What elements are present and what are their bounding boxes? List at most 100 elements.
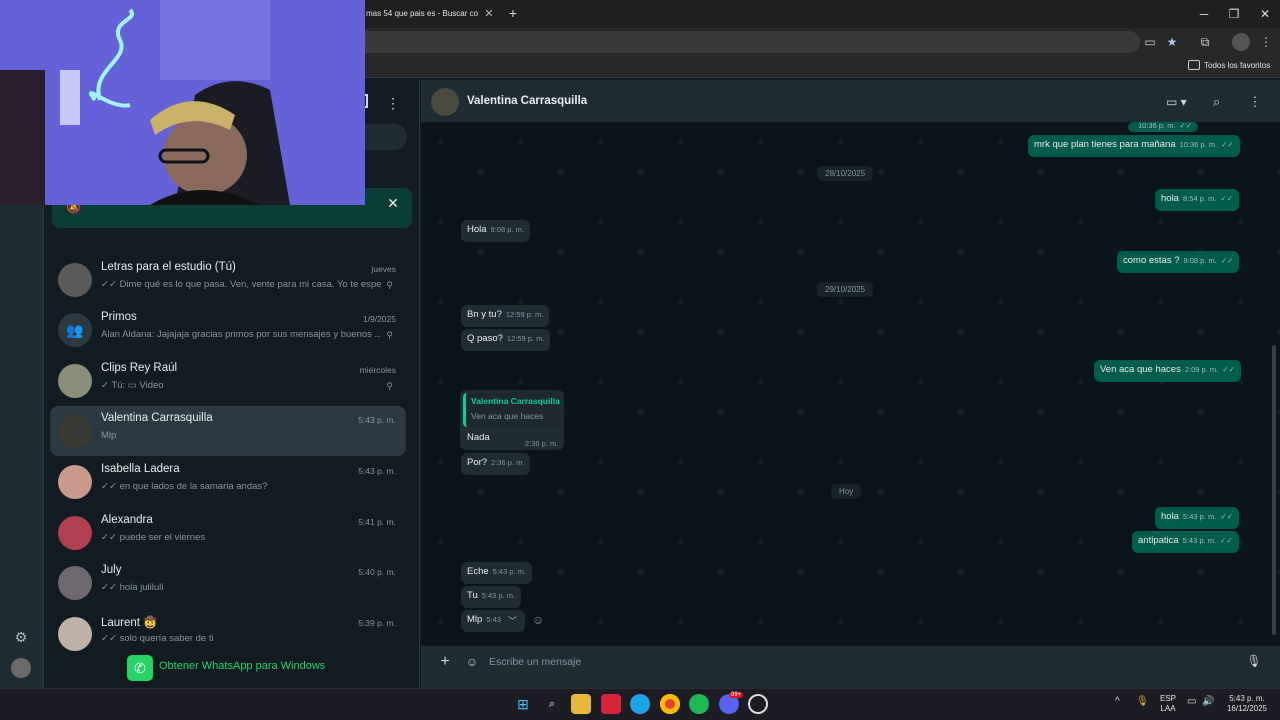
chat-preview: ✓✓ en que lados de la samaria andas? (101, 481, 381, 492)
windows-start-icon[interactable]: ⊞ (513, 694, 533, 714)
settings-gear-icon[interactable]: ⚙ (12, 628, 30, 646)
microphone-tray-icon[interactable]: 🎙 (1136, 697, 1149, 707)
message-out[interactable]: Ven aca que haces 2:09 p. m. ✓✓ (1094, 360, 1241, 382)
chat-list-item[interactable]: Valentina Carrasquilla 5:43 p. m. Mlp (50, 406, 406, 456)
contact-avatar[interactable] (431, 88, 459, 116)
browser-tab[interactable]: mas 54 que pais es - Buscar co (360, 0, 500, 28)
extensions-icon[interactable]: ⧉ (1196, 33, 1214, 51)
message-time: 2:36 p. m. (525, 439, 559, 448)
date-separator: 29/10/2025 (817, 282, 874, 297)
chat-list-item[interactable]: Laurent 🤠 5:39 p. m. ✓✓ solo quería saber … (50, 609, 406, 659)
chat-time: 5:40 p. m. (358, 567, 396, 577)
restore-button[interactable]: ❐ (1219, 0, 1249, 28)
microphone-icon[interactable]: 🎙 (1246, 654, 1262, 670)
volume-icon[interactable]: 🔊 (1202, 697, 1214, 707)
address-bar[interactable] (340, 31, 1140, 53)
chat-preview: ✓✓ hola julilulí (101, 582, 381, 593)
clock-time: 5:43 p. m. (1229, 694, 1265, 703)
message-input[interactable]: Escribe un mensaje (489, 656, 581, 668)
app-red-icon[interactable] (601, 694, 621, 714)
list-menu-icon[interactable]: ⋮ (385, 94, 401, 112)
scrollbar[interactable] (1272, 345, 1276, 635)
cast-icon[interactable]: ▭ (1141, 33, 1159, 51)
chat-name: Laurent 🤠 (101, 617, 158, 629)
whatsapp-logo-icon[interactable]: ✆ (127, 655, 153, 681)
conversation-menu-icon[interactable]: ⋮ (1248, 94, 1262, 110)
message-out[interactable]: hola 8:54 p. m. ✓✓ (1155, 189, 1239, 211)
video-call-icon[interactable]: ▭ ▾ (1166, 95, 1194, 109)
message-in[interactable]: Hola 9:08 p. m. (461, 220, 530, 242)
chat-time: 5:39 p. m. (358, 618, 396, 628)
get-whatsapp-link[interactable]: Obtener WhatsApp para Windows (159, 660, 325, 672)
chat-preview: ✓✓ Dime qué es lo que pasa. Ven, vente p… (101, 279, 381, 290)
pin-icon: ⚲ (386, 280, 393, 290)
language-code: ESP (1159, 694, 1176, 703)
minimize-button[interactable]: ─ (1189, 0, 1219, 28)
message-in[interactable]: Q paso? 12:59 p. m. (461, 329, 551, 351)
sticker-icon[interactable]: ☺ (464, 654, 480, 670)
message-out[interactable]: 10:36 p. m. ✓✓ (1128, 122, 1199, 132)
browser-menu-icon[interactable]: ⋮ (1257, 33, 1275, 51)
clock[interactable]: 5:43 p. m. 16/12/2025 (1222, 694, 1272, 714)
attach-plus-icon[interactable]: + (437, 654, 453, 670)
bookmarks-folder-label[interactable]: Todos los favoritos (1204, 58, 1270, 74)
message-in[interactable]: Eche 5:43 p. m. (461, 562, 533, 584)
chat-list-item[interactable]: Clips Rey Raúl miércoles ✓ Tú: ▭ Video ⚲ (50, 356, 406, 406)
chat-time: miércoles (359, 365, 396, 375)
chat-name: Isabella Ladera (101, 463, 180, 475)
chat-preview: Alan Aldana: Jajajaja gracias primos por… (101, 329, 381, 340)
language-indicator[interactable]: ESP LAA (1157, 694, 1179, 714)
message-out[interactable]: como estas ? 9:08 p. m. ✓✓ (1117, 251, 1240, 273)
banner-close-icon[interactable]: ✕ (384, 194, 402, 212)
message-in[interactable]: Tu 5:43 p. m. (461, 586, 522, 608)
message-out[interactable]: hola 5:43 p. m. ✓✓ (1155, 507, 1239, 529)
avatar (58, 465, 92, 499)
chat-name: Alexandra (101, 514, 153, 526)
message-out[interactable]: antipatica 5:43 p. m. ✓✓ (1132, 531, 1239, 553)
chat-list-item[interactable]: Alexandra 5:41 p. m. ✓✓ puede ser el viern… (50, 508, 406, 558)
network-icon[interactable]: ▭ (1187, 697, 1196, 707)
preview-text: Tú: ▭ Video (111, 380, 164, 391)
chat-list-item[interactable]: 👥 Primos 1/9/2025 Alan Aldana: Jajajaja gra… (50, 305, 406, 355)
chat-list-item[interactable]: Isabella Ladera 5:43 p. m. ✓✓ en que lados… (50, 457, 406, 507)
chat-list-item[interactable]: July 5:40 p. m. ✓✓ hola julilulí (50, 558, 406, 608)
search-icon[interactable]: ⌕ (542, 694, 562, 714)
tab-close-icon[interactable]: ✕ (482, 0, 496, 28)
group-avatar-icon: 👥 (58, 313, 92, 347)
edge-icon[interactable] (630, 694, 650, 714)
chat-list-item[interactable]: Letras para el estudio (Tú) jueves ✓✓ Dime… (50, 255, 406, 305)
chevron-down-icon[interactable]: ﹀ (508, 614, 520, 626)
read-ticks-icon: ✓✓ (101, 633, 117, 644)
preview-text: en que lados de la samaria andas? (119, 481, 268, 492)
profile-avatar[interactable] (11, 658, 31, 678)
chat-name: Primos (101, 311, 137, 323)
preview-text: Mlp (101, 430, 117, 441)
avatar (58, 263, 92, 297)
chrome-icon[interactable] (660, 694, 680, 714)
contact-name[interactable]: Valentina Carrasquilla (467, 95, 587, 107)
chat-name: Clips Rey Raúl (101, 362, 178, 374)
message-in[interactable]: Bn y tu? 12:59 p. m. (461, 305, 550, 327)
search-icon[interactable]: ⌕ (1213, 94, 1229, 110)
chat-time: jueves (371, 264, 396, 274)
bookmark-star-icon[interactable]: ★ (1163, 33, 1181, 51)
emoji-reaction-icon[interactable]: ☺ (531, 613, 545, 627)
message-text: Nada (467, 432, 490, 443)
app-circle-icon[interactable] (748, 694, 768, 714)
chat-preview: Mlp (101, 430, 381, 441)
read-ticks-icon: ✓✓ (101, 532, 117, 543)
preview-text: Alan Aldana: Jajajaja gracias primos por… (101, 329, 381, 340)
chat-name: Letras para el estudio (Tú) (101, 261, 236, 273)
message-out[interactable]: mrk que plan tienes para mañana 10:36 p. … (1028, 135, 1240, 157)
spotify-icon[interactable] (689, 694, 709, 714)
profile-avatar[interactable] (1232, 33, 1250, 51)
webcam-overlay (0, 0, 365, 205)
file-explorer-icon[interactable] (571, 694, 591, 714)
tray-chevron-icon[interactable]: ^ (1115, 697, 1120, 707)
chat-name: Valentina Carrasquilla (101, 412, 213, 424)
message-in[interactable]: Por? 2:36 p. m. (461, 453, 531, 475)
close-window-button[interactable]: ✕ (1250, 0, 1280, 28)
chat-time: 5:41 p. m. (358, 517, 396, 527)
avatar (58, 516, 92, 550)
new-tab-button[interactable]: + (505, 0, 521, 28)
